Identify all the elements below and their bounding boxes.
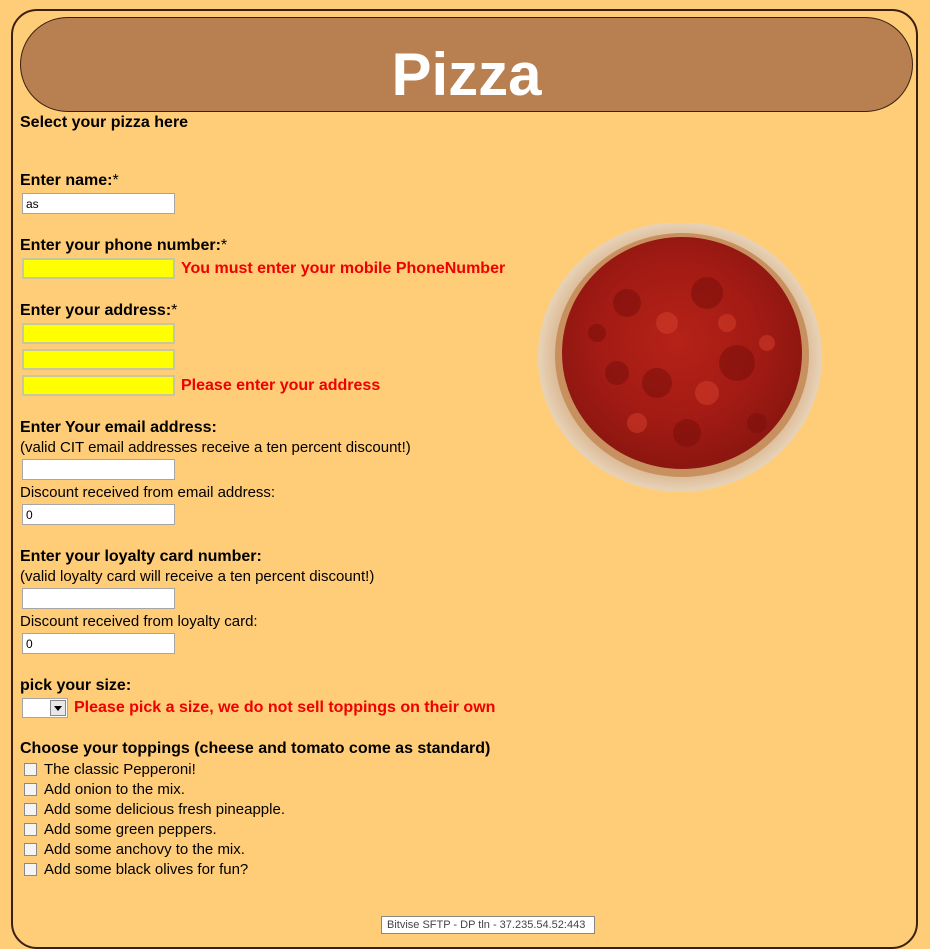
topping-green-peppers-label: Add some green peppers.: [44, 821, 217, 838]
loyalty-label: Enter your loyalty card number:: [20, 548, 262, 565]
loyalty-discount-field[interactable]: [22, 633, 175, 654]
topping-black-olives-checkbox[interactable]: [24, 863, 37, 876]
size-label: pick your size:: [20, 677, 132, 694]
topping-black-olives-label: Add some black olives for fun?: [44, 861, 249, 878]
size-select[interactable]: [22, 698, 68, 718]
email-field[interactable]: [22, 459, 175, 480]
topping-anchovy-label: Add some anchovy to the mix.: [44, 841, 245, 858]
topping-pineapple-checkbox[interactable]: [24, 803, 37, 816]
topping-onion-checkbox[interactable]: [24, 783, 37, 796]
address-line2-field[interactable]: [22, 349, 175, 370]
loyalty-note: (valid loyalty card will receive a ten p…: [20, 568, 375, 585]
phone-error: You must enter your mobile PhoneNumber: [181, 260, 506, 277]
address-line3-field[interactable]: [22, 375, 175, 396]
toppings-label: Choose your toppings (cheese and tomato …: [20, 740, 491, 757]
name-label: Enter name:*: [20, 172, 119, 189]
topping-pepperoni-checkbox[interactable]: [24, 763, 37, 776]
name-field[interactable]: [22, 193, 175, 214]
header-banner: Pizza: [20, 17, 913, 112]
address-error: Please enter your address: [181, 377, 381, 394]
email-note: (valid CIT email addresses receive a ten…: [20, 439, 411, 456]
email-label: Enter Your email address:: [20, 419, 217, 436]
phone-field[interactable]: [22, 258, 175, 279]
loyalty-discount-label: Discount received from loyalty card:: [20, 613, 258, 630]
loyalty-field[interactable]: [22, 588, 175, 609]
phone-label: Enter your phone number:*: [20, 237, 228, 254]
topping-anchovy-checkbox[interactable]: [24, 843, 37, 856]
topping-onion-label: Add onion to the mix.: [44, 781, 185, 798]
address-line1-field[interactable]: [22, 323, 175, 344]
pizza-image: [538, 223, 822, 492]
size-error: Please pick a size, we do not sell toppi…: [74, 699, 496, 716]
topping-pepperoni-label: The classic Pepperoni!: [44, 761, 196, 778]
chevron-down-icon[interactable]: [50, 700, 66, 716]
email-discount-field[interactable]: [22, 504, 175, 525]
topping-pineapple-label: Add some delicious fresh pineapple.: [44, 801, 285, 818]
page-title: Pizza: [391, 41, 542, 108]
intro-heading: Select your pizza here: [20, 114, 189, 131]
email-discount-label: Discount received from email address:: [20, 484, 276, 501]
topping-green-peppers-checkbox[interactable]: [24, 823, 37, 836]
address-label: Enter your address:*: [20, 302, 178, 319]
status-tooltip: Bitvise SFTP - DP tln - 37.235.54.52:443: [381, 916, 595, 934]
